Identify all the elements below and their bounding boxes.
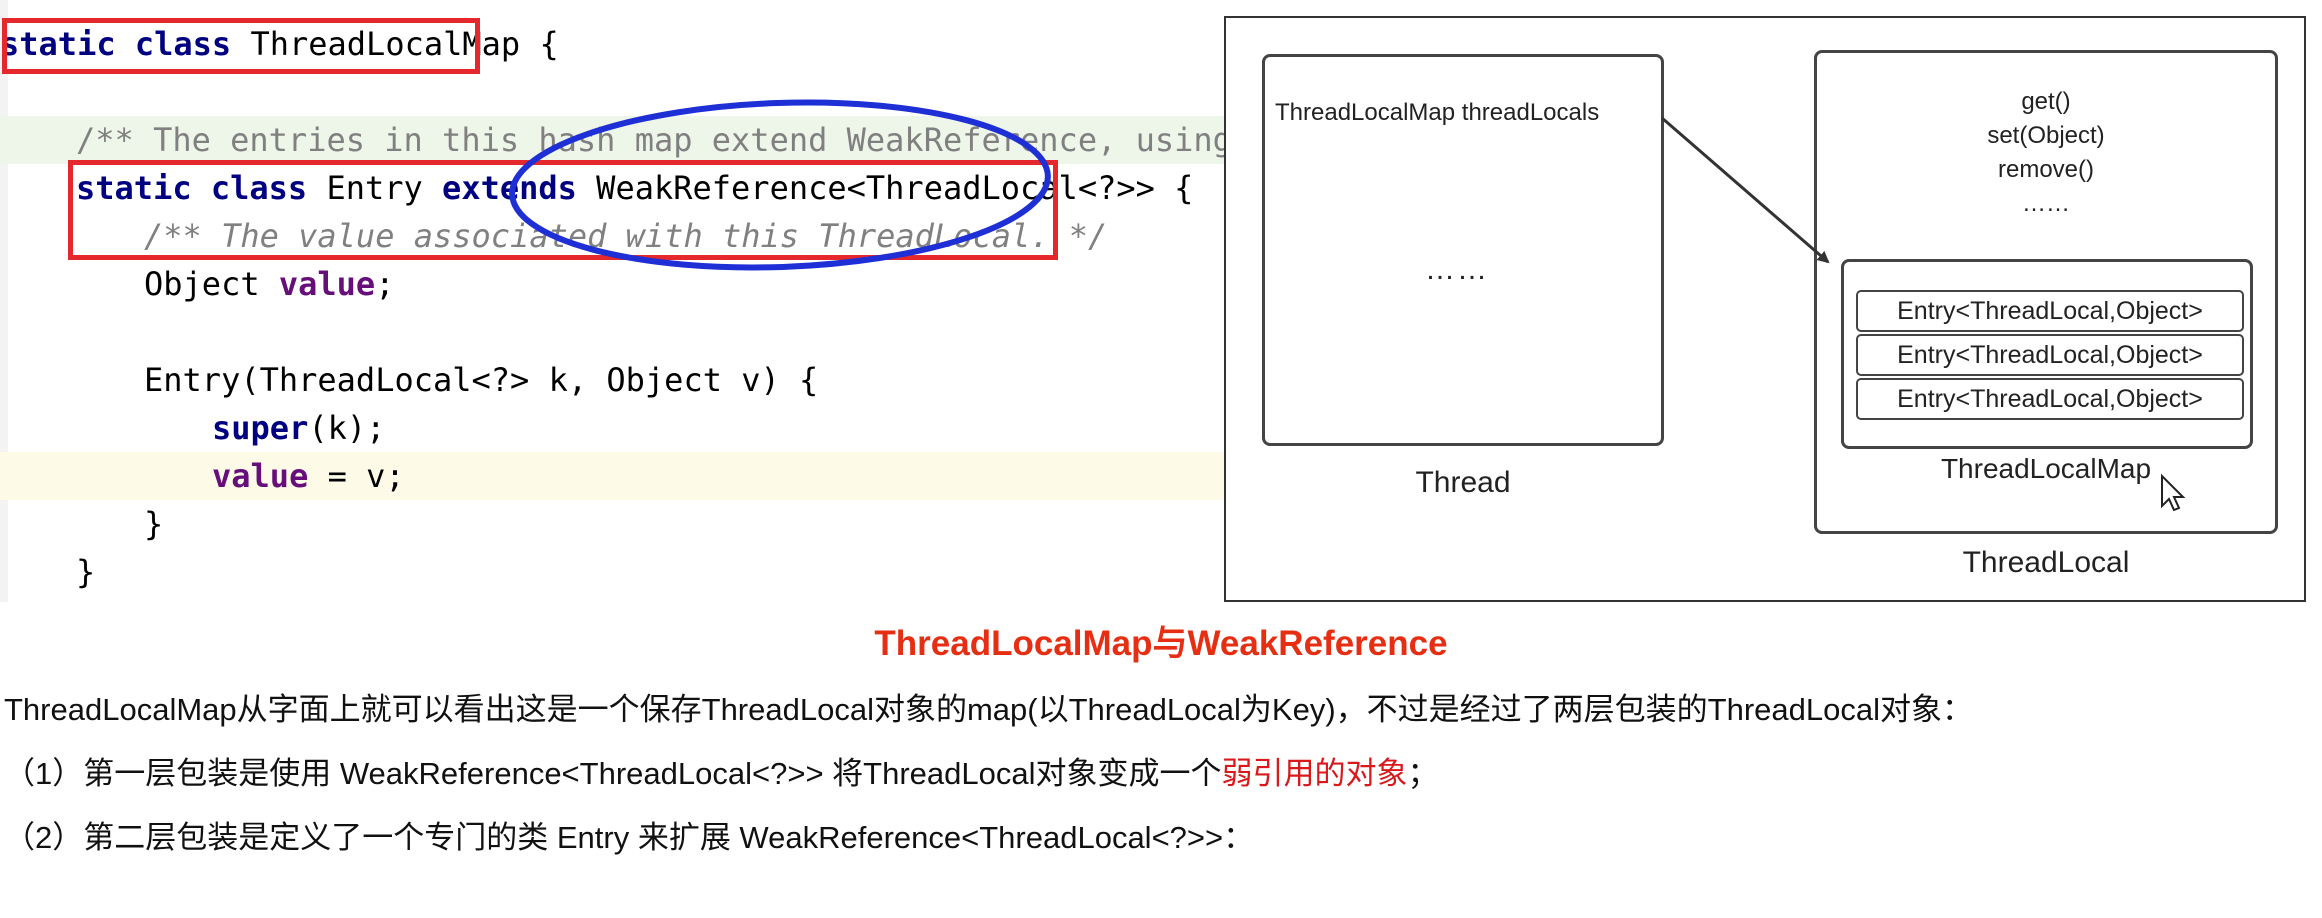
weak-reference-highlight: 弱引用的对象 bbox=[1221, 756, 1408, 791]
threadlocal-diagram: ThreadLocalMap threadLocals …… Thread ge… bbox=[1224, 16, 2306, 602]
paragraph-2-end: ； bbox=[1407, 756, 1439, 791]
mouse-cursor-icon bbox=[2161, 473, 2186, 512]
figure-caption: ThreadLocalMap与WeakReference bbox=[874, 624, 1448, 663]
paragraph-1: ThreadLocalMap从字面上就可以看出这是一个保存ThreadLocal… bbox=[4, 692, 1973, 727]
diagram-overlay bbox=[1661, 116, 2186, 512]
paragraph-3: （2）第二层包装是定义了一个专门的类 Entry 来扩展 WeakReferen… bbox=[4, 820, 1255, 855]
reference-arrow bbox=[1661, 116, 1830, 264]
code-editor: static class ThreadLocalMap { /** The en… bbox=[0, 0, 1224, 602]
paragraph-2-text: （1）第一层包装是使用 WeakReference<ThreadLocal<?>… bbox=[4, 756, 1222, 791]
paragraph-2: （1）第一层包装是使用 WeakReference<ThreadLocal<?>… bbox=[4, 754, 1439, 794]
blue-highlight-ellipse bbox=[509, 99, 1051, 271]
